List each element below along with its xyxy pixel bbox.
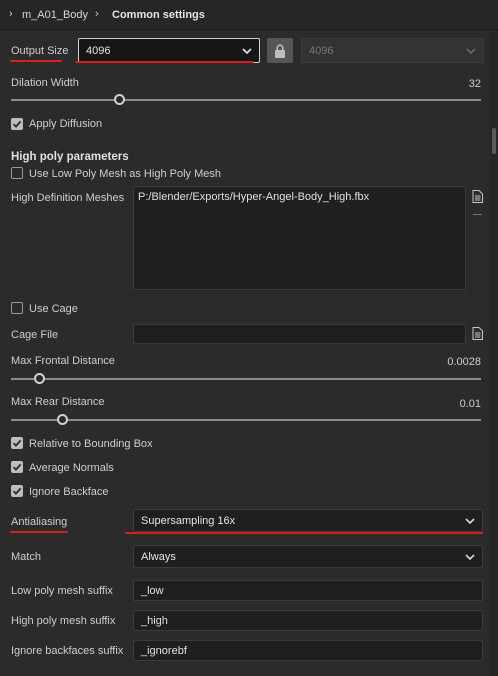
output-size-value: 4096 (86, 44, 111, 57)
chevron-right-icon: › (9, 8, 13, 20)
remove-icon[interactable] (473, 214, 482, 215)
antialiasing-value: Supersampling 16x (141, 514, 236, 527)
chevron-right-icon: › (95, 8, 99, 20)
lock-button[interactable] (267, 38, 293, 63)
max-frontal-distance-label: Max Frontal Distance (11, 355, 115, 367)
max-frontal-distance-slider-thumb[interactable] (33, 373, 45, 384)
high-poly-suffix-label: High poly mesh suffix (11, 615, 116, 627)
breadcrumb-item-material[interactable]: m_A01_Body (22, 9, 88, 21)
high-poly-suffix-value: _high (141, 614, 168, 627)
antialiasing-label: Antialiasing (11, 516, 68, 528)
max-rear-distance-label: Max Rear Distance (11, 396, 105, 408)
ignore-backfaces-suffix-input[interactable]: _ignorebf (133, 640, 483, 661)
dilation-width-value: 32 (468, 78, 481, 90)
max-rear-distance-value: 0.01 (459, 398, 481, 410)
high-poly-heading: High poly parameters (11, 151, 129, 163)
low-poly-suffix-value: _low (141, 584, 164, 597)
use-low-poly-label: Use Low Poly Mesh as High Poly Mesh (29, 168, 221, 180)
output-size-label: Output Size (11, 45, 69, 57)
dilation-width-slider-track[interactable] (11, 99, 481, 101)
file-icon[interactable] (472, 190, 483, 203)
match-label: Match (11, 551, 41, 563)
scrollbar-thumb[interactable] (492, 128, 496, 154)
use-cage-label: Use Cage (29, 303, 78, 315)
high-definition-mesh-path: P:/Blender/Exports/Hyper-Angel-Body_High… (138, 191, 370, 203)
output-size-dropdown[interactable]: 4096 (78, 38, 260, 63)
antialiasing-dropdown[interactable]: Supersampling 16x (133, 509, 483, 532)
annotation-underline (10, 531, 68, 533)
lock-icon (275, 43, 285, 58)
average-normals-checkbox[interactable] (11, 461, 23, 473)
use-cage-checkbox[interactable] (11, 302, 23, 314)
output-size-locked-value: 4096 (309, 44, 334, 57)
match-value: Always (141, 550, 176, 563)
breadcrumb-item-common-settings[interactable]: Common settings (112, 9, 205, 21)
match-dropdown[interactable]: Always (133, 545, 483, 568)
checkmark-icon (12, 463, 22, 471)
annotation-underline (125, 532, 483, 534)
dilation-width-label: Dilation Width (11, 77, 79, 89)
low-poly-suffix-input[interactable]: _low (133, 580, 483, 601)
chevron-down-icon (465, 553, 475, 560)
relative-bounding-box-label: Relative to Bounding Box (29, 438, 153, 450)
high-poly-suffix-input[interactable]: _high (133, 610, 483, 631)
max-rear-distance-slider-track[interactable] (11, 419, 481, 421)
apply-diffusion-checkbox[interactable] (11, 118, 23, 130)
max-rear-distance-slider-thumb[interactable] (57, 414, 69, 425)
chevron-down-icon (242, 47, 252, 54)
low-poly-suffix-label: Low poly mesh suffix (11, 585, 113, 597)
ignore-backfaces-suffix-label: Ignore backfaces suffix (11, 645, 124, 657)
cage-file-label: Cage File (11, 329, 59, 341)
ignore-backface-checkbox[interactable] (11, 485, 23, 497)
chevron-down-icon (466, 47, 476, 54)
scrollbar-track[interactable] (490, 30, 498, 676)
high-definition-meshes-field[interactable]: P:/Blender/Exports/Hyper-Angel-Body_High… (133, 186, 466, 290)
checkmark-icon (12, 487, 22, 495)
max-frontal-distance-value: 0.0028 (447, 356, 481, 368)
annotation-underline (75, 61, 254, 63)
high-definition-meshes-label: High Definition Meshes (11, 192, 125, 204)
cage-file-field[interactable] (133, 324, 466, 344)
use-low-poly-checkbox[interactable] (11, 167, 23, 179)
average-normals-label: Average Normals (29, 462, 114, 474)
apply-diffusion-label: Apply Diffusion (29, 118, 103, 130)
output-size-locked-dropdown: 4096 (301, 38, 484, 63)
checkmark-icon (12, 439, 22, 447)
ignore-backface-label: Ignore Backface (29, 486, 109, 498)
chevron-down-icon (465, 517, 475, 524)
dilation-width-slider-thumb[interactable] (113, 94, 125, 105)
relative-bounding-box-checkbox[interactable] (11, 437, 23, 449)
ignore-backfaces-suffix-value: _ignorebf (141, 644, 187, 657)
max-frontal-distance-slider-track[interactable] (11, 378, 481, 380)
file-icon[interactable] (472, 327, 483, 340)
annotation-underline (10, 60, 62, 62)
checkmark-icon (12, 120, 22, 128)
